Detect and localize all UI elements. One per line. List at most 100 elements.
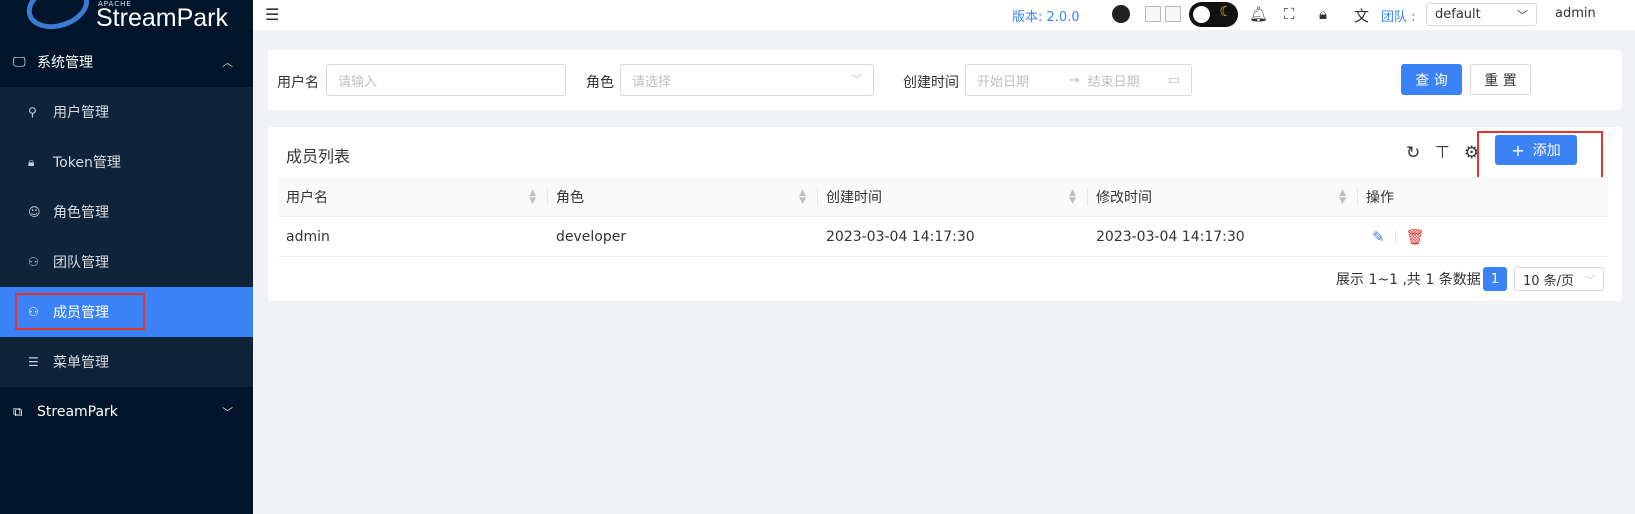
smile-icon: ☺ — [28, 205, 41, 219]
reset-button-label: 重 置 — [1484, 72, 1517, 89]
logo-name: StreamPark — [96, 4, 228, 32]
column-label: 操作 — [1366, 190, 1394, 206]
pagination-total: 展示 1~1 ,共 1 条数据 — [1336, 272, 1481, 288]
chevron-down-icon: ﹀ — [851, 73, 862, 86]
pagination-page-1[interactable]: 1 — [1483, 267, 1507, 291]
top-header: ☰ 版本: 2.0.0 ☾ 🔔︎ ⛶ 🔒︎ 文 团队 : default ﹀ a… — [253, 0, 1635, 30]
plus-icon: + — [1511, 140, 1525, 160]
column-header-role[interactable]: 角色 ▲ ▼ — [548, 177, 818, 217]
edit-icon[interactable]: ✎ — [1372, 228, 1385, 246]
column-label: 修改时间 — [1096, 190, 1152, 206]
page-size-select[interactable]: 10 条/页 ﹀ — [1514, 267, 1604, 291]
streampark-logo-icon — [20, 0, 96, 37]
table-title: 成员列表 — [286, 147, 351, 166]
settings-icon[interactable]: ⚙ — [1464, 143, 1479, 163]
moon-icon: ☾ — [1219, 4, 1232, 20]
refresh-icon[interactable]: ↻ — [1406, 143, 1420, 163]
column-label: 角色 — [556, 190, 584, 206]
sort-icon[interactable]: ▲ ▼ — [1339, 189, 1346, 206]
username-label: 用户名 — [277, 75, 319, 91]
github-icon[interactable] — [1112, 5, 1130, 23]
add-member-button[interactable]: + 添加 — [1495, 135, 1577, 165]
search-form: 用户名 请输入 角色 请选择 ﹀ 创建时间 开始日期 → 结束日期 ▭ 查 询 … — [268, 50, 1622, 110]
submenu-system: ⚲ 用户管理 🔒︎ Token管理 ☺ 角色管理 ⚇ 团队管理 ⚇ 成员管理 ☰… — [0, 87, 253, 387]
sidebar-item-label: 菜单管理 — [53, 355, 109, 371]
column-header-modified[interactable]: 修改时间 ▲ ▼ — [1088, 177, 1358, 217]
cell-actions: ✎ 🗑︎ — [1364, 217, 1425, 257]
add-button-label: 添加 — [1532, 143, 1561, 159]
broken-image-icon[interactable] — [1145, 6, 1161, 22]
sidebar-item-label: 团队管理 — [53, 255, 109, 271]
theme-toggle[interactable]: ☾ — [1189, 2, 1238, 27]
team-select[interactable]: default ﹀ — [1426, 3, 1537, 26]
column-header-username[interactable]: 用户名 ▲ ▼ — [278, 177, 548, 217]
toggle-knob — [1193, 6, 1210, 23]
blocks-icon: ⧉ — [13, 404, 23, 420]
sidebar-item-label: 角色管理 — [53, 205, 109, 221]
calendar-icon: ▭ — [1167, 72, 1180, 88]
sidebar-item-label: 用户管理 — [53, 105, 109, 121]
cell-role: developer — [556, 229, 627, 245]
sidebar-item-teams[interactable]: ⚇ 团队管理 — [0, 237, 253, 287]
action-divider — [1394, 230, 1396, 244]
logo[interactable]: APACHE StreamPark — [0, 0, 253, 37]
table-row: admin developer 2023-03-04 14:17:30 2023… — [278, 217, 1608, 257]
menu-group-label: 系统管理 — [37, 55, 93, 71]
arrow-right-icon: → — [1068, 72, 1080, 88]
date-range-picker[interactable]: 开始日期 → 结束日期 ▭ — [965, 64, 1192, 96]
column-label: 用户名 — [286, 190, 328, 206]
team-label: 团队 : — [1381, 10, 1416, 25]
user-icon: ⚲ — [28, 105, 37, 119]
column-label: 创建时间 — [826, 190, 882, 206]
chevron-down-icon: ﹀ — [222, 406, 233, 419]
translate-icon[interactable]: 文 — [1354, 5, 1369, 26]
start-date-placeholder: 开始日期 — [977, 74, 1030, 90]
sort-icon[interactable]: ▲ ▼ — [799, 189, 806, 206]
column-header-actions: 操作 — [1358, 177, 1608, 217]
sort-icon[interactable]: ▲ ▼ — [529, 189, 536, 206]
query-button[interactable]: 查 询 — [1401, 64, 1462, 95]
column-header-created[interactable]: 创建时间 ▲ ▼ — [818, 177, 1088, 217]
bell-icon[interactable]: 🔔︎ — [1249, 5, 1268, 23]
username-input[interactable]: 请输入 — [326, 64, 566, 96]
role-placeholder: 请选择 — [632, 75, 672, 90]
broken-image-icon[interactable] — [1165, 6, 1181, 22]
menu-group-label: StreamPark — [37, 404, 118, 420]
menu-fold-icon[interactable]: ☰ — [265, 5, 279, 24]
menu-group-system[interactable]: 🖵 系统管理 ︿ — [0, 37, 253, 87]
monitor-icon: 🖵 — [13, 54, 26, 70]
lock-screen-icon[interactable]: 🔒︎ — [1319, 5, 1327, 23]
sidebar-item-menus[interactable]: ☰ 菜单管理 — [0, 337, 253, 387]
query-button-label: 查 询 — [1415, 72, 1448, 89]
lock-icon: 🔒︎ — [28, 154, 35, 169]
list-icon: ☰ — [28, 355, 39, 369]
cell-modified: 2023-03-04 14:17:30 — [1096, 229, 1245, 245]
end-date-placeholder: 结束日期 — [1087, 74, 1140, 90]
created-time-label: 创建时间 — [903, 75, 959, 91]
username-placeholder: 请输入 — [338, 75, 378, 90]
role-label: 角色 — [586, 75, 614, 91]
chevron-up-icon: ︿ — [222, 56, 233, 69]
sidebar-item-members[interactable]: ⚇ 成员管理 — [0, 287, 253, 337]
reset-button[interactable]: 重 置 — [1470, 64, 1531, 95]
sidebar-item-label: 成员管理 — [53, 305, 109, 321]
sort-icon[interactable]: ▲ ▼ — [1069, 189, 1076, 206]
team-select-value: default — [1435, 7, 1481, 22]
sidebar-item-roles[interactable]: ☺ 角色管理 — [0, 187, 253, 237]
cell-created: 2023-03-04 14:17:30 — [826, 229, 975, 245]
column-height-icon[interactable]: ⊤ — [1435, 143, 1450, 163]
role-select[interactable]: 请选择 ﹀ — [620, 64, 874, 96]
member-table-panel: 成员列表 ↻ ⊤ ⚙ + 添加 用户名 ▲ ▼ 角色 ▲ ▼ 创建时间 ▲ ▼ 修改时… — [268, 127, 1622, 301]
menu-group-streampark[interactable]: ⧉ StreamPark ﹀ — [0, 387, 253, 437]
user-name[interactable]: admin — [1555, 6, 1596, 21]
member-icon: ⚇ — [28, 305, 39, 319]
fullscreen-icon[interactable]: ⛶ — [1284, 5, 1295, 23]
version-text[interactable]: 版本: 2.0.0 — [1012, 6, 1080, 25]
table-header: 用户名 ▲ ▼ 角色 ▲ ▼ 创建时间 ▲ ▼ 修改时间 ▲ ▼ 操作 — [278, 177, 1608, 217]
chevron-down-icon: ﹀ — [1585, 275, 1595, 287]
cell-username: admin — [286, 229, 330, 245]
team-icon: ⚇ — [28, 255, 39, 269]
delete-icon[interactable]: 🗑︎ — [1406, 228, 1425, 246]
sidebar-item-users[interactable]: ⚲ 用户管理 — [0, 87, 253, 137]
sidebar-item-token[interactable]: 🔒︎ Token管理 — [0, 137, 253, 187]
